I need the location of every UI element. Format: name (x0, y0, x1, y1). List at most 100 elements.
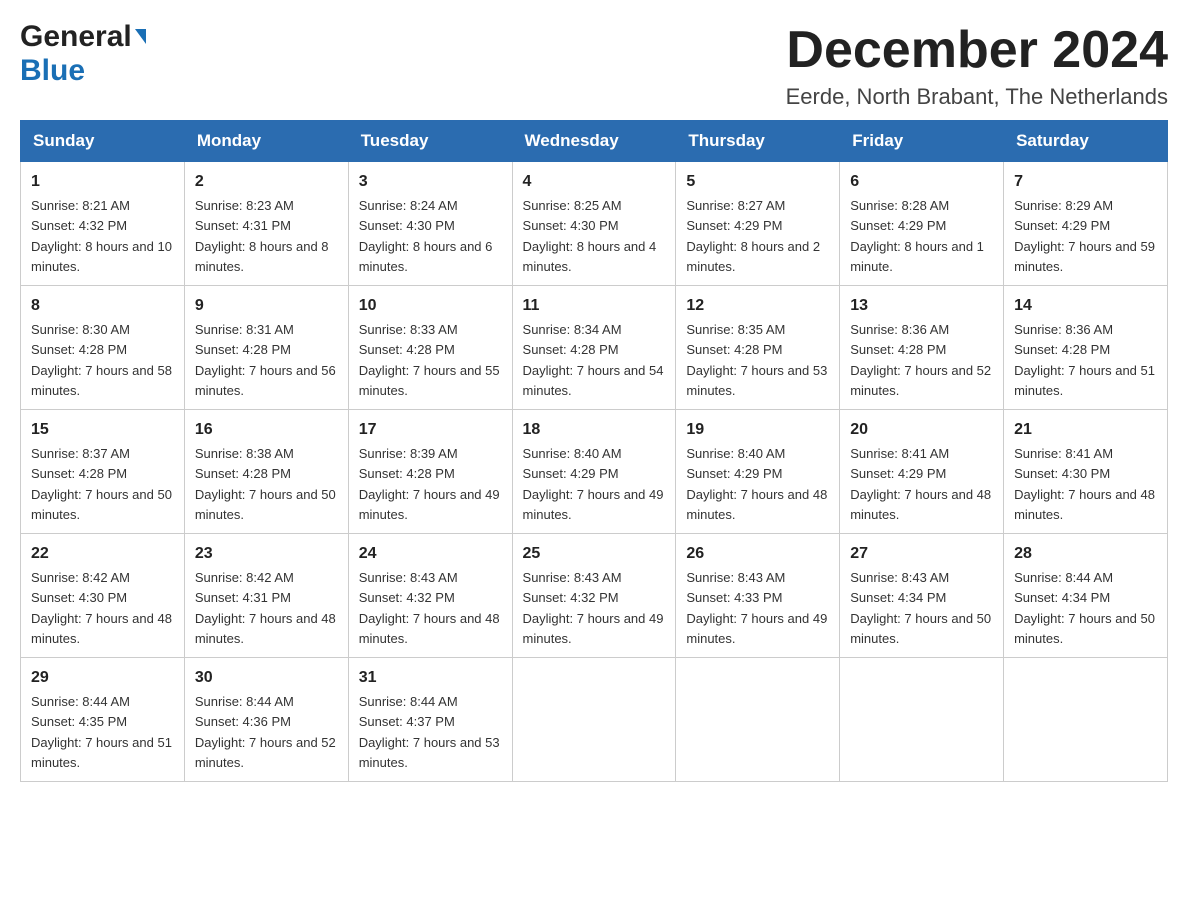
day-number: 9 (195, 294, 338, 318)
calendar-table: Sunday Monday Tuesday Wednesday Thursday… (20, 120, 1168, 782)
table-row: 12 Sunrise: 8:35 AMSunset: 4:28 PMDaylig… (676, 286, 840, 410)
day-number: 25 (523, 542, 666, 566)
day-info: Sunrise: 8:39 AMSunset: 4:28 PMDaylight:… (359, 446, 500, 522)
calendar-header-row: Sunday Monday Tuesday Wednesday Thursday… (21, 121, 1168, 162)
table-row: 2 Sunrise: 8:23 AMSunset: 4:31 PMDayligh… (184, 162, 348, 286)
table-row: 13 Sunrise: 8:36 AMSunset: 4:28 PMDaylig… (840, 286, 1004, 410)
table-row: 3 Sunrise: 8:24 AMSunset: 4:30 PMDayligh… (348, 162, 512, 286)
day-info: Sunrise: 8:44 AMSunset: 4:37 PMDaylight:… (359, 694, 500, 770)
day-number: 21 (1014, 418, 1157, 442)
day-info: Sunrise: 8:29 AMSunset: 4:29 PMDaylight:… (1014, 198, 1155, 274)
day-info: Sunrise: 8:43 AMSunset: 4:34 PMDaylight:… (850, 570, 991, 646)
day-info: Sunrise: 8:21 AMSunset: 4:32 PMDaylight:… (31, 198, 172, 274)
table-row: 7 Sunrise: 8:29 AMSunset: 4:29 PMDayligh… (1004, 162, 1168, 286)
day-info: Sunrise: 8:31 AMSunset: 4:28 PMDaylight:… (195, 322, 336, 398)
day-info: Sunrise: 8:24 AMSunset: 4:30 PMDaylight:… (359, 198, 493, 274)
table-row: 27 Sunrise: 8:43 AMSunset: 4:34 PMDaylig… (840, 534, 1004, 658)
col-wednesday: Wednesday (512, 121, 676, 162)
day-number: 19 (686, 418, 829, 442)
day-info: Sunrise: 8:23 AMSunset: 4:31 PMDaylight:… (195, 198, 329, 274)
day-info: Sunrise: 8:35 AMSunset: 4:28 PMDaylight:… (686, 322, 827, 398)
day-number: 22 (31, 542, 174, 566)
table-row (676, 658, 840, 782)
day-number: 10 (359, 294, 502, 318)
day-number: 4 (523, 170, 666, 194)
location-title: Eerde, North Brabant, The Netherlands (786, 84, 1168, 110)
day-number: 30 (195, 666, 338, 690)
calendar-week-row: 22 Sunrise: 8:42 AMSunset: 4:30 PMDaylig… (21, 534, 1168, 658)
day-info: Sunrise: 8:41 AMSunset: 4:30 PMDaylight:… (1014, 446, 1155, 522)
day-number: 6 (850, 170, 993, 194)
table-row: 11 Sunrise: 8:34 AMSunset: 4:28 PMDaylig… (512, 286, 676, 410)
day-info: Sunrise: 8:34 AMSunset: 4:28 PMDaylight:… (523, 322, 664, 398)
table-row: 5 Sunrise: 8:27 AMSunset: 4:29 PMDayligh… (676, 162, 840, 286)
table-row (512, 658, 676, 782)
day-info: Sunrise: 8:38 AMSunset: 4:28 PMDaylight:… (195, 446, 336, 522)
table-row: 20 Sunrise: 8:41 AMSunset: 4:29 PMDaylig… (840, 410, 1004, 534)
table-row: 29 Sunrise: 8:44 AMSunset: 4:35 PMDaylig… (21, 658, 185, 782)
day-info: Sunrise: 8:25 AMSunset: 4:30 PMDaylight:… (523, 198, 657, 274)
day-info: Sunrise: 8:43 AMSunset: 4:32 PMDaylight:… (359, 570, 500, 646)
logo-blue: Blue (20, 54, 146, 88)
day-info: Sunrise: 8:44 AMSunset: 4:34 PMDaylight:… (1014, 570, 1155, 646)
day-info: Sunrise: 8:36 AMSunset: 4:28 PMDaylight:… (850, 322, 991, 398)
col-monday: Monday (184, 121, 348, 162)
calendar-week-row: 29 Sunrise: 8:44 AMSunset: 4:35 PMDaylig… (21, 658, 1168, 782)
col-tuesday: Tuesday (348, 121, 512, 162)
table-row (1004, 658, 1168, 782)
day-number: 23 (195, 542, 338, 566)
day-number: 13 (850, 294, 993, 318)
day-number: 24 (359, 542, 502, 566)
table-row: 30 Sunrise: 8:44 AMSunset: 4:36 PMDaylig… (184, 658, 348, 782)
table-row: 6 Sunrise: 8:28 AMSunset: 4:29 PMDayligh… (840, 162, 1004, 286)
col-thursday: Thursday (676, 121, 840, 162)
day-info: Sunrise: 8:44 AMSunset: 4:35 PMDaylight:… (31, 694, 172, 770)
month-title: December 2024 (786, 20, 1168, 80)
day-info: Sunrise: 8:40 AMSunset: 4:29 PMDaylight:… (523, 446, 664, 522)
day-info: Sunrise: 8:43 AMSunset: 4:32 PMDaylight:… (523, 570, 664, 646)
day-info: Sunrise: 8:40 AMSunset: 4:29 PMDaylight:… (686, 446, 827, 522)
table-row (840, 658, 1004, 782)
day-number: 3 (359, 170, 502, 194)
day-number: 27 (850, 542, 993, 566)
table-row: 21 Sunrise: 8:41 AMSunset: 4:30 PMDaylig… (1004, 410, 1168, 534)
day-number: 12 (686, 294, 829, 318)
day-info: Sunrise: 8:42 AMSunset: 4:30 PMDaylight:… (31, 570, 172, 646)
day-number: 1 (31, 170, 174, 194)
table-row: 23 Sunrise: 8:42 AMSunset: 4:31 PMDaylig… (184, 534, 348, 658)
day-number: 29 (31, 666, 174, 690)
table-row: 4 Sunrise: 8:25 AMSunset: 4:30 PMDayligh… (512, 162, 676, 286)
day-info: Sunrise: 8:33 AMSunset: 4:28 PMDaylight:… (359, 322, 500, 398)
calendar-week-row: 1 Sunrise: 8:21 AMSunset: 4:32 PMDayligh… (21, 162, 1168, 286)
table-row: 8 Sunrise: 8:30 AMSunset: 4:28 PMDayligh… (21, 286, 185, 410)
table-row: 17 Sunrise: 8:39 AMSunset: 4:28 PMDaylig… (348, 410, 512, 534)
table-row: 10 Sunrise: 8:33 AMSunset: 4:28 PMDaylig… (348, 286, 512, 410)
day-number: 26 (686, 542, 829, 566)
day-number: 18 (523, 418, 666, 442)
col-sunday: Sunday (21, 121, 185, 162)
day-number: 15 (31, 418, 174, 442)
day-info: Sunrise: 8:30 AMSunset: 4:28 PMDaylight:… (31, 322, 172, 398)
table-row: 14 Sunrise: 8:36 AMSunset: 4:28 PMDaylig… (1004, 286, 1168, 410)
day-number: 16 (195, 418, 338, 442)
logo-general: General (20, 20, 132, 54)
table-row: 1 Sunrise: 8:21 AMSunset: 4:32 PMDayligh… (21, 162, 185, 286)
logo: General Blue (20, 20, 146, 88)
day-number: 2 (195, 170, 338, 194)
table-row: 28 Sunrise: 8:44 AMSunset: 4:34 PMDaylig… (1004, 534, 1168, 658)
table-row: 19 Sunrise: 8:40 AMSunset: 4:29 PMDaylig… (676, 410, 840, 534)
col-friday: Friday (840, 121, 1004, 162)
day-number: 28 (1014, 542, 1157, 566)
table-row: 16 Sunrise: 8:38 AMSunset: 4:28 PMDaylig… (184, 410, 348, 534)
table-row: 22 Sunrise: 8:42 AMSunset: 4:30 PMDaylig… (21, 534, 185, 658)
day-number: 8 (31, 294, 174, 318)
title-area: December 2024 Eerde, North Brabant, The … (786, 20, 1168, 110)
table-row: 15 Sunrise: 8:37 AMSunset: 4:28 PMDaylig… (21, 410, 185, 534)
day-number: 31 (359, 666, 502, 690)
day-info: Sunrise: 8:37 AMSunset: 4:28 PMDaylight:… (31, 446, 172, 522)
day-number: 14 (1014, 294, 1157, 318)
logo-triangle-icon (135, 29, 146, 44)
table-row: 25 Sunrise: 8:43 AMSunset: 4:32 PMDaylig… (512, 534, 676, 658)
col-saturday: Saturday (1004, 121, 1168, 162)
day-number: 17 (359, 418, 502, 442)
